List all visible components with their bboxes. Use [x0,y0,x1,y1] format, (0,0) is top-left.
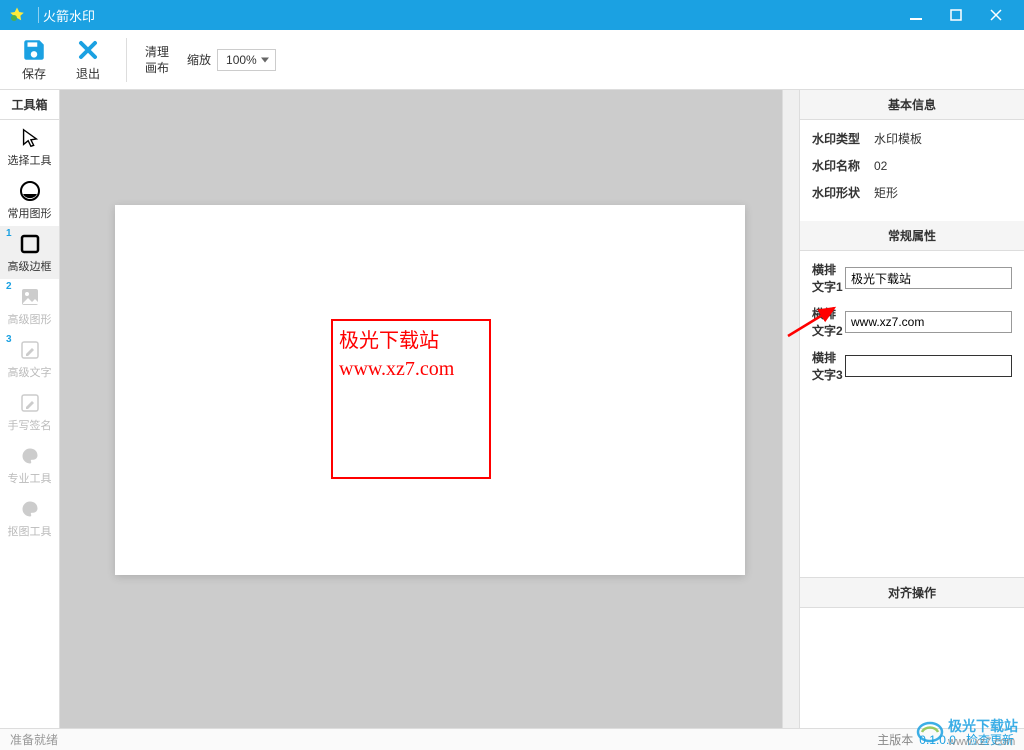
tool-pro[interactable]: 专业工具 [0,438,59,491]
palette-icon [17,443,43,469]
zoom-label: 缩放 [187,51,211,68]
text2-input[interactable] [845,311,1012,333]
tool-cutout[interactable]: 抠图工具 [0,491,59,544]
canvas-area[interactable]: 极光下载站 www.xz7.com [60,90,799,728]
clear-canvas-button[interactable]: 清理 画布 [141,44,173,76]
close-icon [75,37,101,63]
pen-icon [17,390,43,416]
toolbox-header: 工具箱 [0,90,59,120]
tool-adv-shape[interactable]: 2 高级图形 [0,279,59,332]
status-text: 准备就绪 [10,731,877,748]
app-title: 火箭水印 [43,6,896,25]
type-label: 水印类型 [812,130,874,147]
watermark-box[interactable]: 极光下载站 www.xz7.com [331,319,491,479]
watermark-text1: 极光下载站 [339,327,483,355]
palette-icon [17,496,43,522]
cursor-icon [17,125,43,151]
tool-shapes[interactable]: 常用图形 [0,173,59,226]
exit-button[interactable]: 退出 [64,33,112,87]
name-value: 02 [874,159,887,173]
text3-input[interactable] [845,355,1012,377]
scrollbar[interactable] [782,90,799,728]
props-header: 常规属性 [800,221,1024,251]
name-label: 水印名称 [812,157,874,174]
watermark-text2: www.xz7.com [339,355,483,383]
app-logo-icon [8,6,26,24]
tool-select[interactable]: 选择工具 [0,120,59,173]
canvas[interactable]: 极光下载站 www.xz7.com [115,205,745,575]
text1-label: 横排文字1 [812,261,845,295]
image-icon [17,284,43,310]
text3-label: 横排文字3 [812,349,845,383]
shape-label: 水印形状 [812,184,874,201]
save-icon [21,37,47,63]
type-value: 水印模板 [874,130,922,147]
maximize-button[interactable] [936,0,976,30]
zoom-select[interactable]: 100% [217,49,276,71]
align-header: 对齐操作 [800,577,1024,608]
circle-icon [17,178,43,204]
version-label: 主版本 [877,731,913,748]
tool-adv-text[interactable]: 3 高级文字 [0,332,59,385]
basic-info-header: 基本信息 [800,90,1024,120]
close-button[interactable] [976,0,1016,30]
tool-signature[interactable]: 手写签名 [0,385,59,438]
shape-value: 矩形 [874,184,898,201]
tool-border[interactable]: 1 高级边框 [0,226,59,279]
brand-watermark: 极光下载站 www.xz7.com [916,716,1018,748]
text2-label: 横排文字2 [812,305,845,339]
save-button[interactable]: 保存 [10,33,58,87]
minimize-button[interactable] [896,0,936,30]
edit-icon [17,337,43,363]
square-icon [17,231,43,257]
text1-input[interactable] [845,267,1012,289]
